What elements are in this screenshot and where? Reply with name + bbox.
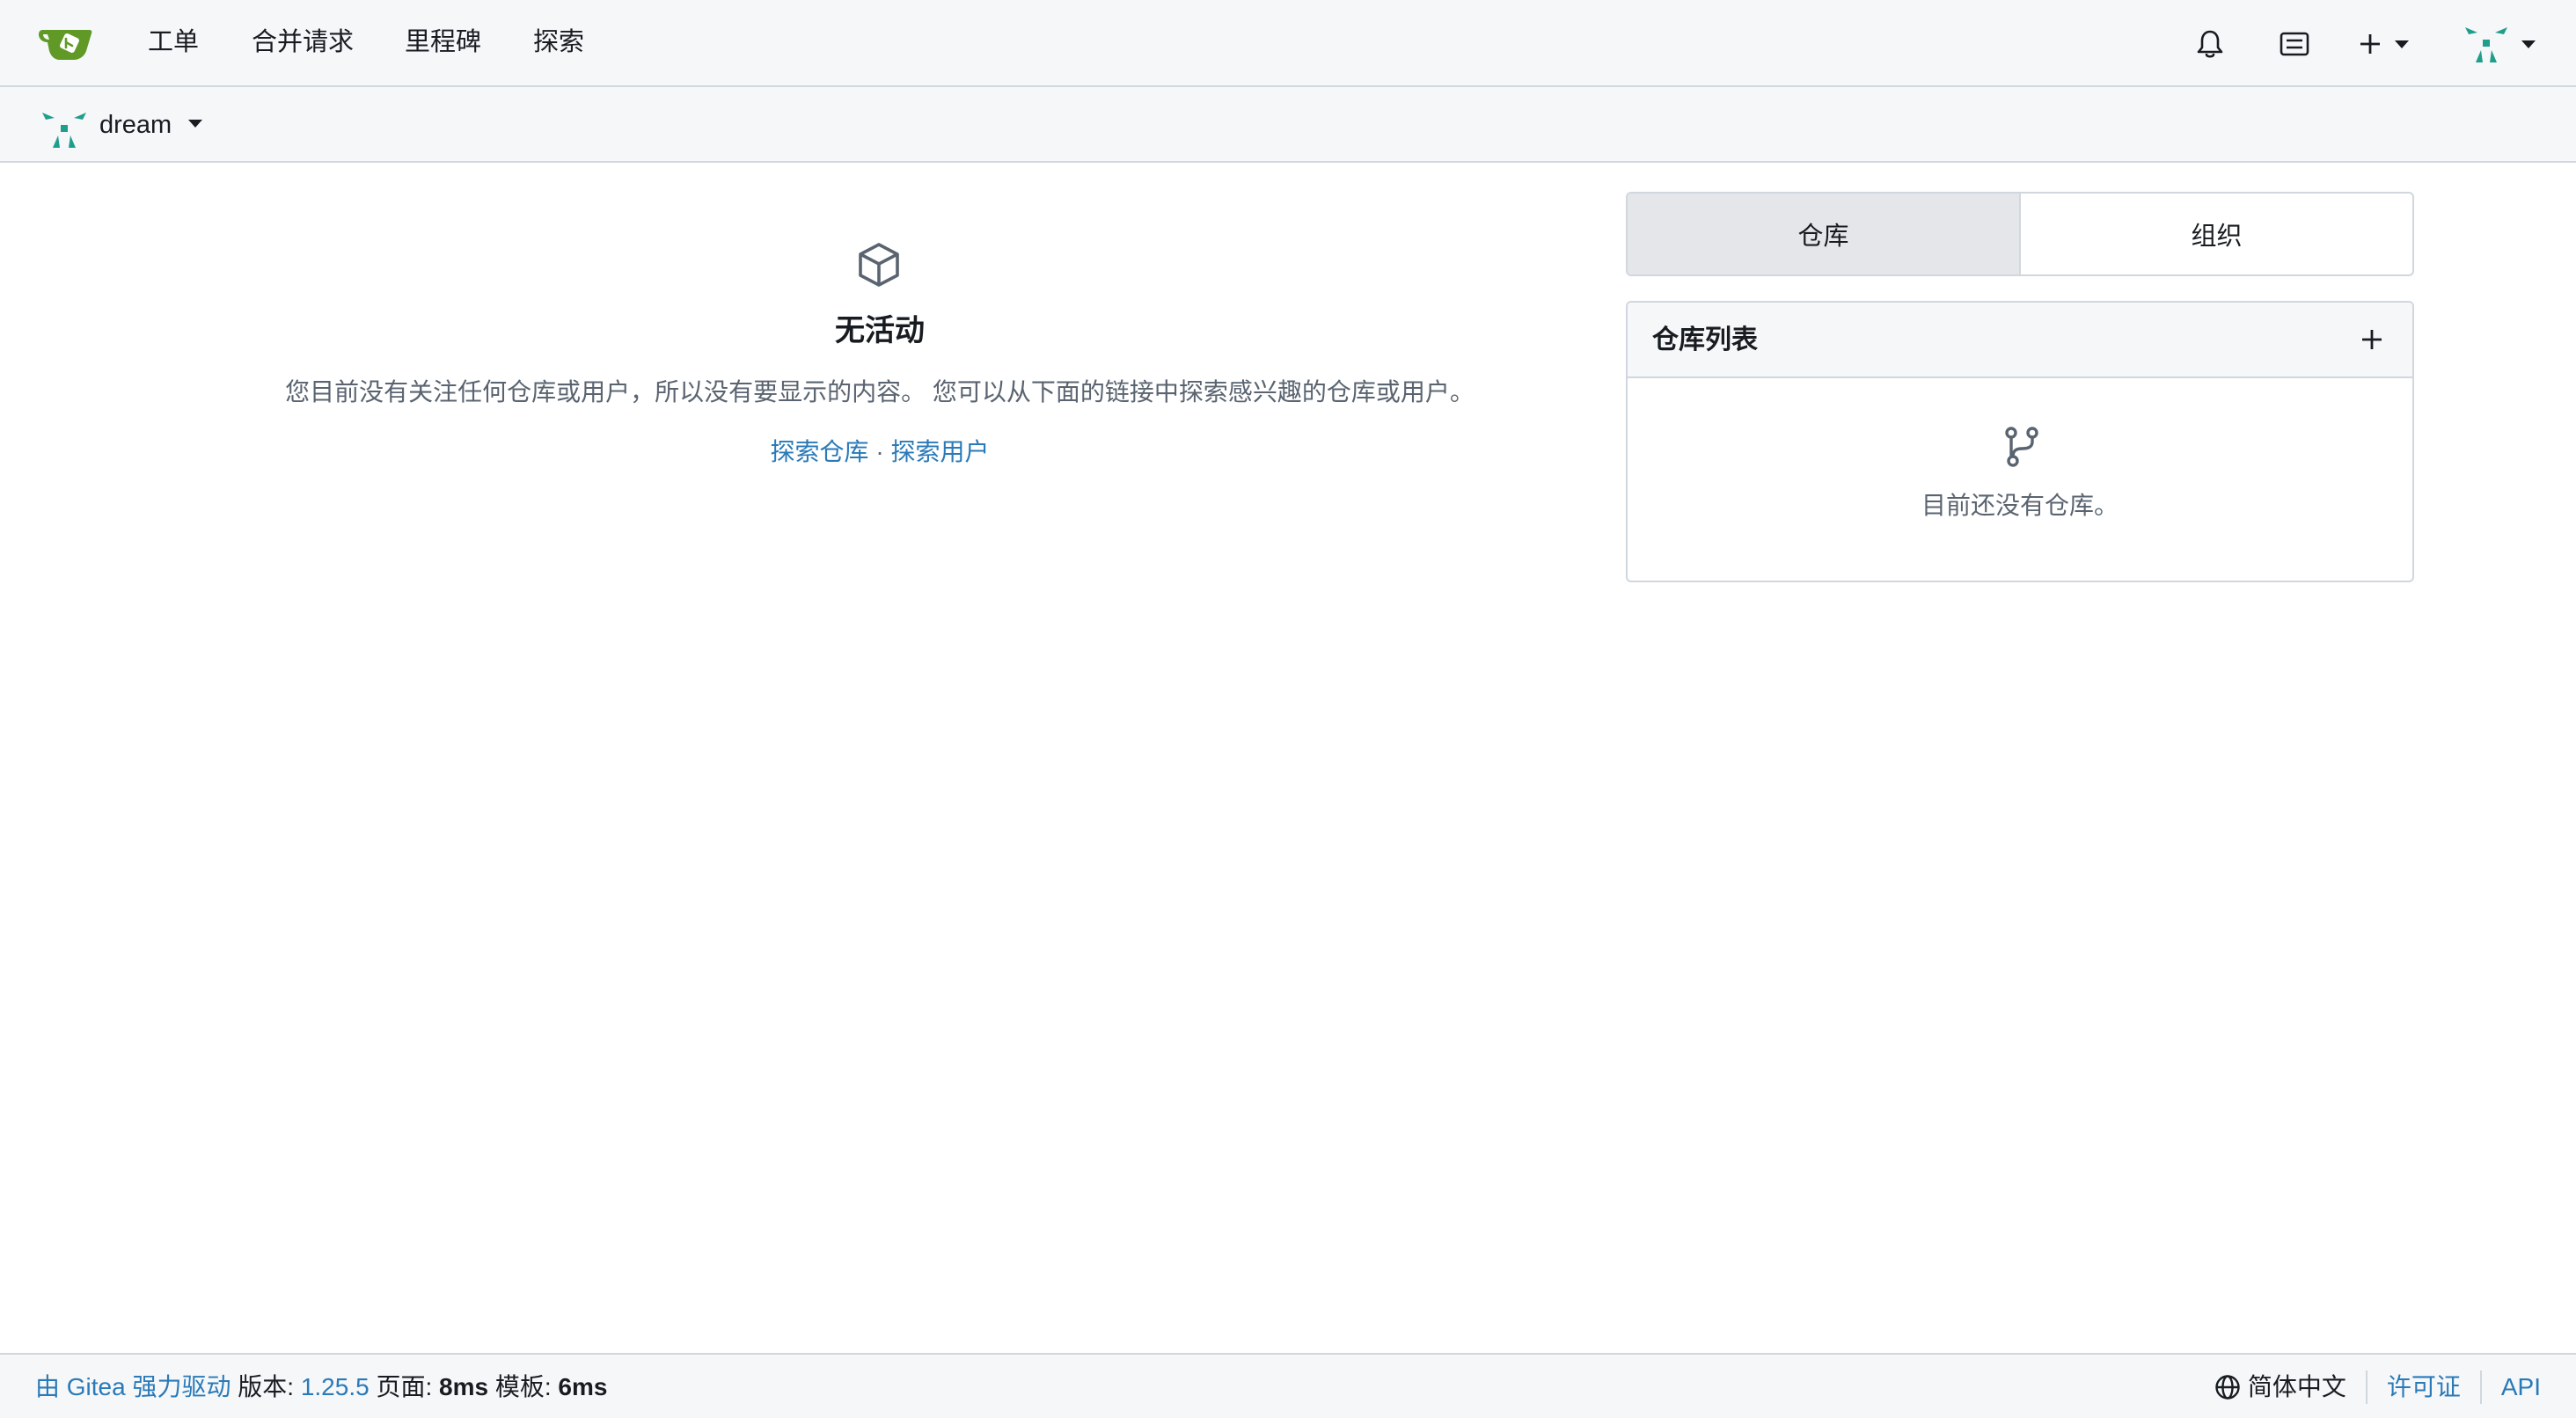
context-user-avatar[interactable]	[40, 109, 88, 150]
notification-list-icon[interactable]	[2275, 25, 2314, 63]
tab-organizations[interactable]: 组织	[2021, 194, 2412, 274]
plus-icon	[2360, 34, 2380, 54]
nav-item-issues[interactable]: 工单	[148, 25, 199, 60]
dashboard-tabs: 仓库 组织	[1626, 192, 2414, 276]
chevron-down-icon	[2395, 40, 2409, 48]
footer-divider	[2479, 1370, 2482, 1404]
nav-item-milestones[interactable]: 里程碑	[405, 25, 481, 60]
context-switcher-bar	[0, 87, 2576, 163]
package-icon	[859, 243, 899, 287]
footer-divider	[2365, 1370, 2367, 1404]
repo-list-empty-text: 目前还没有仓库。	[1921, 492, 2119, 519]
user-avatar	[2465, 27, 2507, 62]
language-selector[interactable]: 简体中文	[2248, 1369, 2346, 1406]
top-navbar: 工单 合并请求 里程碑 探索	[0, 0, 2576, 87]
page-time-label: 页面:	[376, 1373, 433, 1400]
link-separator: ·	[875, 438, 884, 465]
footer-links: 简体中文 许可证 API	[2214, 1369, 2541, 1406]
empty-feed-description: 您目前没有关注任何仓库或用户，所以没有要显示的内容。 您可以从下面的链接中探索感…	[285, 378, 1475, 406]
add-repo-button[interactable]	[2354, 322, 2389, 357]
version-label: 版本:	[238, 1373, 295, 1400]
version-link[interactable]: 1.25.5	[301, 1373, 370, 1400]
gitea-logo-icon[interactable]	[39, 23, 95, 63]
empty-feed-title: 无活动	[835, 314, 925, 347]
nav-item-pull-requests[interactable]: 合并请求	[252, 25, 354, 60]
license-link[interactable]: 许可证	[2387, 1369, 2461, 1406]
globe-icon	[2215, 1375, 2240, 1400]
context-username[interactable]: dream	[99, 107, 172, 143]
explore-users-link[interactable]: 探索用户	[890, 438, 989, 465]
user-menu-dropdown[interactable]	[2463, 25, 2544, 63]
api-link[interactable]: API	[2501, 1369, 2541, 1406]
powered-by-link[interactable]: 由 Gitea 强力驱动	[35, 1373, 231, 1400]
template-time-value: 6ms	[558, 1373, 608, 1400]
tab-repositories[interactable]: 仓库	[1628, 194, 2021, 274]
explore-repos-link[interactable]: 探索仓库	[771, 438, 869, 465]
repo-list-panel: 仓库列表 目前还没有仓库。	[1626, 301, 2414, 582]
create-new-dropdown[interactable]	[2358, 25, 2419, 63]
nav-item-explore[interactable]: 探索	[533, 25, 584, 60]
template-time-label: 模板:	[494, 1373, 552, 1400]
chevron-down-icon[interactable]	[188, 120, 202, 128]
bell-icon[interactable]	[2191, 25, 2229, 63]
page-time-value: 8ms	[439, 1373, 489, 1400]
plus-icon	[2362, 330, 2382, 349]
repo-list-header: 仓库列表	[1628, 303, 2412, 378]
page-footer: 由 Gitea 强力驱动 版本: 1.25.5 页面: 8ms 模板: 6ms …	[0, 1353, 2576, 1418]
explore-links: 探索仓库 · 探索用户	[0, 433, 1760, 471]
chevron-down-icon	[2521, 40, 2536, 48]
repo-forked-icon	[2005, 427, 2038, 467]
footer-info: 由 Gitea 强力驱动 版本: 1.25.5 页面: 8ms 模板: 6ms	[35, 1369, 607, 1406]
repo-list-title: 仓库列表	[1652, 325, 1758, 354]
